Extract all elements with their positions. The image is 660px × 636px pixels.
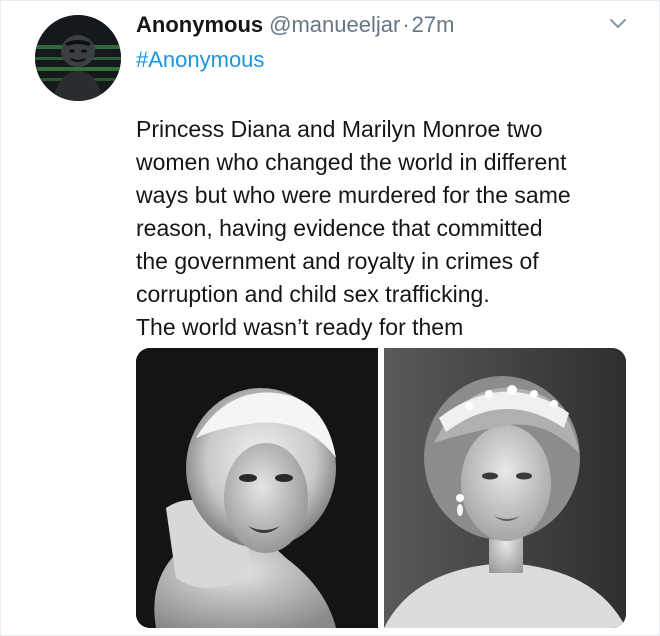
tweet-media [136,348,626,628]
tweet-card[interactable]: Anonymous @manueeljar·27m #Anonymous Prin… [0,0,660,636]
masked-face-avatar-icon [35,15,121,101]
tweet-text-line: reason, having evidence that committed [136,215,543,241]
avatar[interactable] [35,15,121,101]
tweet-header: Anonymous @manueeljar·27m [136,11,454,39]
media-photo-left[interactable] [136,348,378,628]
hashtag-link[interactable]: #Anonymous [136,46,264,74]
tweet-text-line: ways but who were murdered for the same [136,182,571,208]
author-handle[interactable]: @manueeljar [269,12,400,37]
tweet-text-line: The world wasn’t ready for them [136,314,464,340]
tweet-timestamp[interactable]: 27m [412,12,455,37]
tweet-text-line: women who changed the world in different [136,149,567,175]
tweet-text: Princess Diana and Marilyn Monroe two wo… [136,113,571,344]
chevron-down-icon[interactable] [607,15,629,33]
tweet-text-line: corruption and child sex trafficking. [136,281,490,307]
header-separator: · [402,12,410,37]
tweet-text-line: the government and royalty in crimes of [136,248,539,274]
media-photo-right[interactable] [384,348,626,628]
author-display-name[interactable]: Anonymous [136,12,263,37]
tweet-text-line: Princess Diana and Marilyn Monroe two [136,116,543,142]
